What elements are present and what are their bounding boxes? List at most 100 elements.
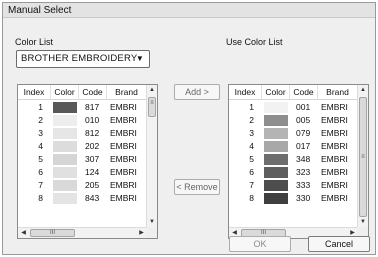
row-color-cell — [51, 153, 79, 166]
table-row[interactable]: 2 005 EMBRI — [229, 114, 358, 127]
scroll-up-icon[interactable]: ▲ — [147, 85, 157, 96]
row-color-cell — [262, 192, 290, 205]
table-row[interactable]: 5 307 EMBRI — [18, 153, 147, 166]
row-index: 8 — [249, 193, 254, 203]
row-index: 3 — [249, 128, 254, 138]
row-code: 843 — [85, 193, 100, 203]
table-row[interactable]: 2 010 EMBRI — [18, 114, 147, 127]
row-color-cell — [262, 127, 290, 140]
color-list-rows: 1 817 EMBRI 2 010 EMBRI 3 812 EMBRI 4 202 EMBRI 5 307… — [18, 101, 147, 205]
row-brand: EMBRI — [110, 154, 137, 164]
color-list-header: Index Color Code Brand — [18, 85, 147, 100]
column-header-color[interactable]: Color — [262, 85, 290, 99]
table-row[interactable]: 6 124 EMBRI — [18, 166, 147, 179]
row-code: 323 — [296, 167, 311, 177]
row-color-cell — [51, 192, 79, 205]
scroll-thumb[interactable]: ≡ — [148, 97, 156, 117]
color-swatch — [264, 167, 288, 178]
remove-button[interactable]: < Remove — [174, 179, 220, 195]
column-header-code[interactable]: Code — [79, 85, 107, 99]
row-color-cell — [262, 140, 290, 153]
table-row[interactable]: 6 323 EMBRI — [229, 166, 358, 179]
color-swatch — [53, 141, 77, 152]
row-brand: EMBRI — [110, 115, 137, 125]
row-brand: EMBRI — [321, 115, 348, 125]
table-row[interactable]: 8 330 EMBRI — [229, 192, 358, 205]
table-row[interactable]: 7 205 EMBRI — [18, 179, 147, 192]
color-list-vertical-scrollbar[interactable]: ▲ ≡ ▼ — [146, 85, 157, 228]
row-color-cell — [51, 101, 79, 114]
row-code: 205 — [85, 180, 100, 190]
row-index: 8 — [38, 193, 43, 203]
row-index: 5 — [249, 154, 254, 164]
row-color-cell — [262, 153, 290, 166]
row-code: 348 — [296, 154, 311, 164]
row-index: 5 — [38, 154, 43, 164]
color-swatch — [53, 115, 77, 126]
row-index: 7 — [249, 180, 254, 190]
color-swatch — [53, 180, 77, 191]
row-brand: EMBRI — [110, 102, 137, 112]
dialog-title: Manual Select — [3, 3, 375, 18]
scroll-up-icon[interactable]: ▲ — [358, 85, 368, 96]
row-index: 1 — [249, 102, 254, 112]
row-code: 017 — [296, 141, 311, 151]
color-swatch — [53, 193, 77, 204]
table-row[interactable]: 3 812 EMBRI — [18, 127, 147, 140]
row-code: 005 — [296, 115, 311, 125]
column-header-index[interactable]: Index — [229, 85, 262, 99]
row-brand: EMBRI — [110, 128, 137, 138]
scroll-thumb[interactable]: ≡ — [359, 97, 367, 217]
use-color-list-table[interactable]: Index Color Code Brand 1 001 EMBRI 2 005 EMBR… — [228, 84, 369, 239]
table-row[interactable]: 1 817 EMBRI — [18, 101, 147, 114]
color-list-table[interactable]: Index Color Code Brand 1 817 EMBRI 2 010 EMBR… — [17, 84, 158, 239]
row-brand: EMBRI — [321, 167, 348, 177]
manual-select-dialog: Manual Select Color List Use Color List … — [2, 2, 376, 255]
column-header-brand[interactable]: Brand — [107, 85, 147, 99]
row-code: 010 — [85, 115, 100, 125]
color-list-label: Color List — [15, 37, 54, 47]
column-header-index[interactable]: Index — [18, 85, 51, 99]
column-header-color[interactable]: Color — [51, 85, 79, 99]
cancel-button[interactable]: Cancel — [308, 236, 370, 252]
color-swatch — [264, 141, 288, 152]
row-code: 333 — [296, 180, 311, 190]
column-header-code[interactable]: Code — [290, 85, 318, 99]
scroll-left-icon[interactable]: ◀ — [18, 228, 29, 238]
table-row[interactable]: 8 843 EMBRI — [18, 192, 147, 205]
row-code: 812 — [85, 128, 100, 138]
row-color-cell — [262, 101, 290, 114]
color-swatch — [53, 167, 77, 178]
scrollbar-corner — [146, 227, 157, 238]
ok-button[interactable]: OK — [229, 236, 291, 252]
row-brand: EMBRI — [110, 193, 137, 203]
table-row[interactable]: 4 202 EMBRI — [18, 140, 147, 153]
row-index: 1 — [38, 102, 43, 112]
row-index: 2 — [38, 115, 43, 125]
use-color-list-label: Use Color List — [226, 37, 283, 47]
color-swatch — [264, 193, 288, 204]
color-swatch — [264, 102, 288, 113]
color-swatch — [264, 128, 288, 139]
table-row[interactable]: 1 001 EMBRI — [229, 101, 358, 114]
row-code: 079 — [296, 128, 311, 138]
color-list-horizontal-scrollbar[interactable]: ◀ III ▶ — [18, 227, 147, 238]
table-row[interactable]: 3 079 EMBRI — [229, 127, 358, 140]
row-index: 3 — [38, 128, 43, 138]
row-brand: EMBRI — [110, 180, 137, 190]
row-index: 4 — [38, 141, 43, 151]
column-header-brand[interactable]: Brand — [318, 85, 358, 99]
table-row[interactable]: 5 348 EMBRI — [229, 153, 358, 166]
horizontal-scroll-thumb[interactable]: III — [30, 229, 75, 237]
row-color-cell — [51, 179, 79, 192]
use-color-list-rows: 1 001 EMBRI 2 005 EMBRI 3 079 EMBRI 4 017 EMBRI 5 348… — [229, 101, 358, 205]
add-button[interactable]: Add > — [174, 84, 220, 100]
color-swatch — [53, 154, 77, 165]
brand-dropdown[interactable]: BROTHER EMBROIDERY ▼ — [16, 50, 150, 68]
row-code: 330 — [296, 193, 311, 203]
table-row[interactable]: 4 017 EMBRI — [229, 140, 358, 153]
row-brand: EMBRI — [321, 193, 348, 203]
row-index: 6 — [249, 167, 254, 177]
use-color-list-vertical-scrollbar[interactable]: ▲ ≡ ▼ — [357, 85, 368, 228]
table-row[interactable]: 7 333 EMBRI — [229, 179, 358, 192]
